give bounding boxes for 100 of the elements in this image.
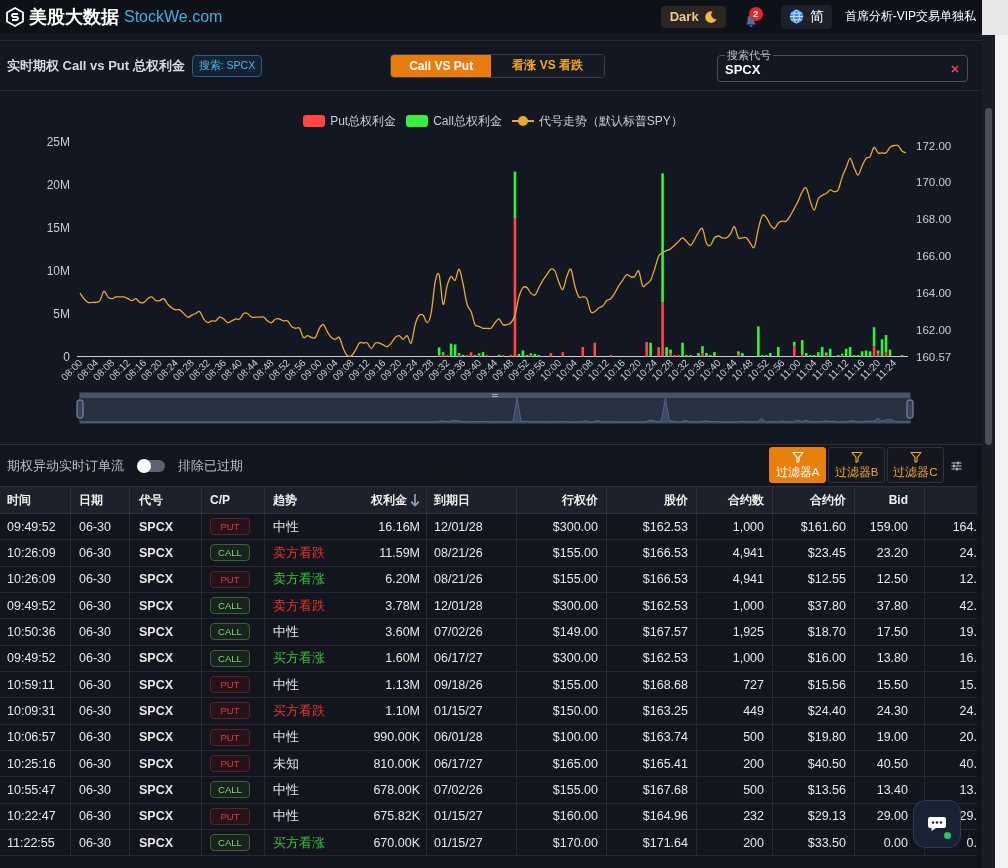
y-axis-label: 164.00 [916, 287, 952, 300]
chat-button[interactable] [913, 800, 961, 848]
funnel-icon [850, 450, 863, 463]
y-axis-label: 0 [63, 349, 70, 364]
table-cell: 232 [697, 803, 773, 829]
theme-button[interactable]: Dark [660, 5, 726, 28]
option-type-tag: CALL [210, 834, 250, 852]
filter-button[interactable]: 过滤器C [887, 447, 944, 483]
call-bar [792, 341, 796, 347]
table-cell: $161.60 [773, 514, 855, 540]
table-cell: SPCX [130, 514, 202, 540]
column-header[interactable]: C/P [202, 487, 265, 513]
scrollbar-thumb[interactable] [985, 108, 992, 445]
y-axis-label: 170.00 [916, 176, 952, 189]
table-cell: 11:22:55 [0, 829, 71, 856]
table-cell: $164.96 [607, 803, 697, 829]
option-type-tag: PUT [210, 807, 250, 825]
column-header[interactable]: 代号 [130, 487, 202, 513]
column-header[interactable]: 到期日 [427, 487, 517, 513]
table-cell-text: 买方看涨 [272, 833, 326, 852]
logo-text[interactable]: 美股大数据 [29, 4, 119, 29]
table-cell: 24. [959, 703, 977, 718]
filter-button[interactable]: 过滤器B [828, 447, 885, 483]
table-cell: 17.50 [876, 624, 908, 639]
table-cell: 07/02/26 [427, 619, 517, 645]
column-header[interactable]: 时间 [0, 487, 71, 513]
table-cell: $162.53 [607, 514, 697, 540]
column-header[interactable]: 权利金 [345, 487, 427, 513]
put-bar [645, 341, 648, 357]
legend-swatch-icon [406, 115, 429, 127]
table-cell: 37.80 [876, 598, 908, 613]
column-header[interactable]: 日期 [71, 487, 130, 513]
search-field[interactable]: 搜索代号 SPCX [717, 49, 968, 82]
column-header[interactable]: 合约价 [773, 487, 855, 513]
table-cell: 06-30 [71, 540, 130, 566]
table-cell-text: 买方看跌 [272, 701, 326, 720]
panel-title: 实时期权 Call vs Put 总权利金 [7, 56, 185, 75]
call-bar [497, 354, 501, 357]
table-cell: 10:50:36 [0, 619, 71, 645]
language-button[interactable]: 简 [780, 4, 832, 29]
toggle-switch[interactable] [138, 459, 165, 472]
user-menu[interactable]: 首席分析-VIP交易单独私 [844, 8, 976, 25]
table-cell: 19. [959, 624, 977, 639]
table-cell: 10:59:11 [0, 671, 71, 698]
option-type-tag: PUT [210, 676, 250, 694]
table-cell: $13.56 [773, 777, 855, 803]
call-bar [777, 347, 780, 357]
column-header[interactable]: 股价 [607, 487, 697, 513]
column-header[interactable]: 行权价 [517, 487, 607, 513]
table-cell: 670.00K [345, 829, 427, 856]
column-header[interactable]: 合约数 [697, 487, 773, 513]
sliders-icon[interactable] [951, 460, 962, 471]
sort-arrow-icon[interactable] [410, 493, 420, 507]
table-cell: $29.13 [773, 803, 855, 829]
table-cell: 16. [959, 651, 977, 666]
legend-label: Put总权利金 [330, 112, 397, 130]
table-cell: 06/17/27 [427, 645, 517, 671]
table-cell: 4,941 [697, 540, 773, 566]
logo-icon [5, 6, 25, 27]
slider-handle[interactable] [906, 399, 914, 419]
table-cell: SPCX [130, 540, 202, 566]
table-cell: 500 [697, 777, 773, 803]
table-cell: $166.53 [607, 566, 697, 592]
table-cell: 29.00 [876, 809, 908, 824]
option-type-tag: PUT [210, 702, 250, 720]
y-axis-label: 172.00 [916, 139, 952, 152]
option-type-tag: CALL [210, 781, 250, 799]
table-cell: 01/15/27 [427, 803, 517, 829]
table-cell: 449 [697, 698, 773, 724]
table-cell: $18.70 [773, 619, 855, 645]
column-header[interactable]: Bid [855, 487, 925, 513]
table-cell-text: 中性 [272, 675, 300, 694]
site-name[interactable]: StockWe.com [124, 7, 223, 26]
table-cell: $155.00 [517, 566, 607, 592]
table-cell: SPCX [130, 777, 202, 803]
table-cell: 10:25:16 [0, 750, 71, 777]
table-cell: 06-30 [71, 645, 130, 671]
slider-handle[interactable] [76, 399, 84, 419]
table-cell: $171.64 [607, 829, 697, 856]
table-cell-text: 卖方看涨 [272, 570, 326, 589]
table-cell: SPCX [130, 724, 202, 750]
table-cell: $167.68 [607, 777, 697, 803]
table-cell: $33.50 [773, 829, 855, 856]
table-cell: 29. [959, 809, 977, 824]
table-cell: $163.25 [607, 698, 697, 724]
option-type-tag: PUT [210, 728, 250, 746]
table-cell-text: 中性 [272, 622, 300, 641]
table-cell: $170.00 [517, 829, 607, 856]
table-cell: 13. [959, 782, 977, 797]
close-icon[interactable] [951, 65, 959, 73]
table-cell: 12/01/28 [427, 514, 517, 540]
column-header[interactable]: 趋势 [265, 487, 345, 513]
table-cell: 06-30 [71, 750, 130, 777]
table-cell: 1.13M [345, 671, 427, 698]
table-cell: 11.59M [345, 540, 427, 566]
table-cell: $300.00 [517, 645, 607, 671]
table-cell: $165.41 [607, 750, 697, 777]
chat-icon [927, 816, 947, 832]
option-type-tag: CALL [210, 623, 250, 641]
table-cell: 23.20 [876, 546, 908, 560]
